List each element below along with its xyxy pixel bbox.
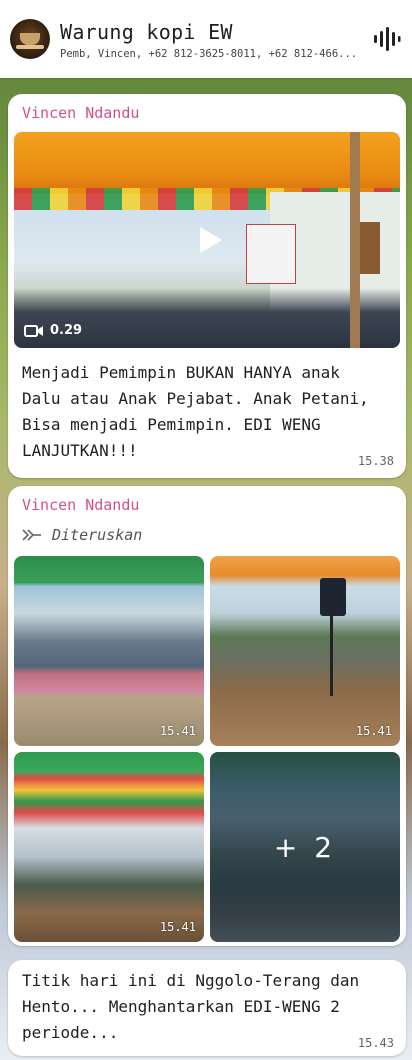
message-bubble-album[interactable]: Vincen Ndandu Diteruskan 15.41 15.41 15.… (8, 486, 406, 946)
message-time: 15.38 (357, 454, 394, 468)
album-photo-4-more[interactable]: + 2 (210, 752, 400, 942)
sender-name[interactable]: Vincen Ndandu (22, 104, 139, 122)
audio-waveform-icon[interactable] (372, 24, 402, 54)
video-duration: 0.29 (24, 323, 82, 338)
more-photos-count: + 2 (273, 830, 337, 864)
chat-header: Warung kopi EW Pemb, Vincen, +62 812-362… (0, 0, 412, 78)
forward-arrow-icon (22, 529, 41, 541)
video-duration-text: 0.29 (50, 323, 83, 338)
play-icon[interactable] (194, 224, 226, 256)
group-avatar[interactable] (10, 19, 50, 59)
message-bubble-video[interactable]: Vincen Ndandu 0.29 Menjadi Pemimpin BUKA… (8, 94, 406, 478)
group-title: Warung kopi EW (60, 19, 233, 44)
album-photo-2[interactable]: 15.41 (210, 556, 400, 746)
group-members: Pemb, Vincen, +62 812-3625-8011, +62 812… (60, 47, 358, 60)
header-text[interactable]: Warung kopi EW Pemb, Vincen, +62 812-362… (60, 19, 368, 60)
photo-time: 15.41 (355, 724, 392, 738)
forwarded-label: Diteruskan (22, 526, 142, 544)
sender-name[interactable]: Vincen Ndandu (22, 496, 139, 514)
message-text: Menjadi Pemimpin BUKAN HANYA anak Dalu a… (22, 363, 369, 460)
photo-time: 15.41 (159, 920, 196, 934)
message-text: Titik hari ini di Nggolo-Terang dan Hent… (22, 971, 360, 1042)
album-photo-1[interactable]: 15.41 (14, 556, 204, 746)
video-camera-icon (24, 324, 43, 337)
photo-time: 15.41 (159, 724, 196, 738)
message-bubble-text[interactable]: Titik hari ini di Nggolo-Terang dan Hent… (8, 960, 406, 1056)
video-thumbnail[interactable]: 0.29 (14, 132, 400, 348)
forwarded-text: Diteruskan (52, 526, 143, 544)
message-time: 15.43 (357, 1036, 394, 1050)
album-photo-3[interactable]: 15.41 (14, 752, 204, 942)
